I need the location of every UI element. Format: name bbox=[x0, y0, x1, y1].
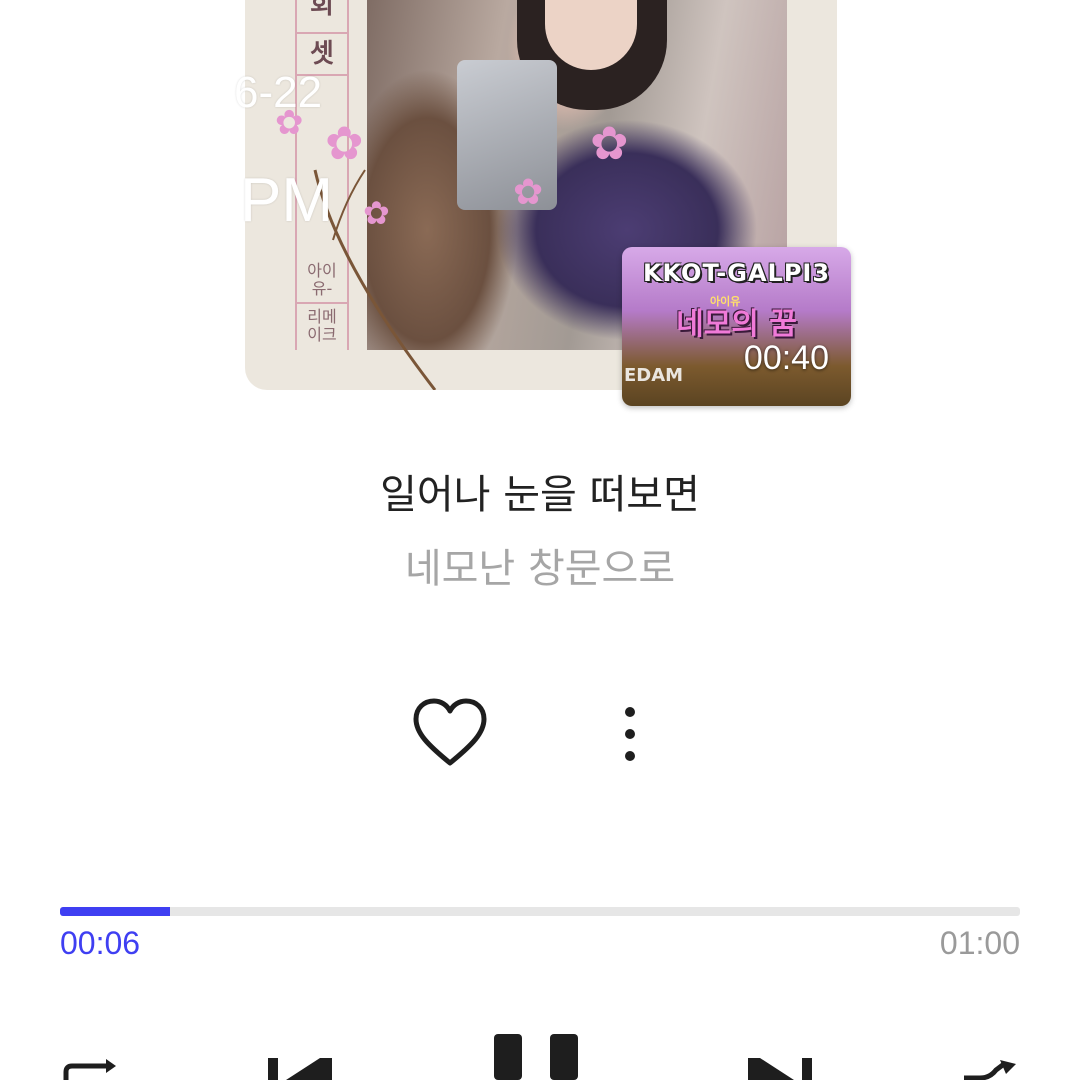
blossom-icon: ✿ bbox=[325, 116, 364, 170]
overlay-ampm: PM bbox=[240, 166, 333, 235]
current-lyric-line: 일어나 눈을 떠보면 bbox=[380, 472, 700, 518]
total-time: 01:00 bbox=[939, 925, 1020, 961]
shuffle-icon bbox=[964, 1060, 1016, 1081]
heart-outline-icon bbox=[413, 698, 487, 766]
next-button[interactable] bbox=[744, 1052, 818, 1080]
progress-fill bbox=[60, 907, 171, 916]
thumbnail-title: KKOT-GALPI3 bbox=[642, 259, 831, 287]
blossom-icon: ✿ bbox=[363, 194, 390, 232]
thumbnail-duration: 00:40 bbox=[743, 339, 829, 377]
repeat-button[interactable] bbox=[60, 1058, 124, 1080]
previous-button[interactable] bbox=[262, 1052, 336, 1080]
more-options-button[interactable] bbox=[610, 700, 650, 768]
pause-button[interactable] bbox=[492, 1032, 588, 1080]
overlay-date: 6-22 bbox=[234, 68, 323, 117]
skip-next-icon bbox=[748, 1058, 812, 1080]
video-thumbnail[interactable]: KKOT-GALPI3 아이유 네모의 꿈 EDAM 00:40 bbox=[622, 247, 851, 406]
thumbnail-logo: EDAM bbox=[624, 365, 684, 386]
more-vertical-icon bbox=[625, 707, 635, 761]
progress-bar[interactable] bbox=[60, 907, 1020, 916]
skip-previous-icon bbox=[268, 1058, 332, 1080]
next-lyric-line: 네모난 창문으로 bbox=[404, 546, 676, 592]
pause-icon bbox=[494, 1034, 578, 1080]
repeat-icon bbox=[63, 1059, 116, 1080]
current-time: 00:06 bbox=[60, 925, 141, 961]
like-button[interactable] bbox=[410, 697, 490, 769]
shuffle-button[interactable] bbox=[960, 1060, 1024, 1081]
blossom-icon: ✿ bbox=[590, 116, 629, 170]
blossom-icon: ✿ bbox=[513, 172, 544, 213]
thumbnail-subtitle: 네모의 꿈 bbox=[676, 307, 797, 342]
